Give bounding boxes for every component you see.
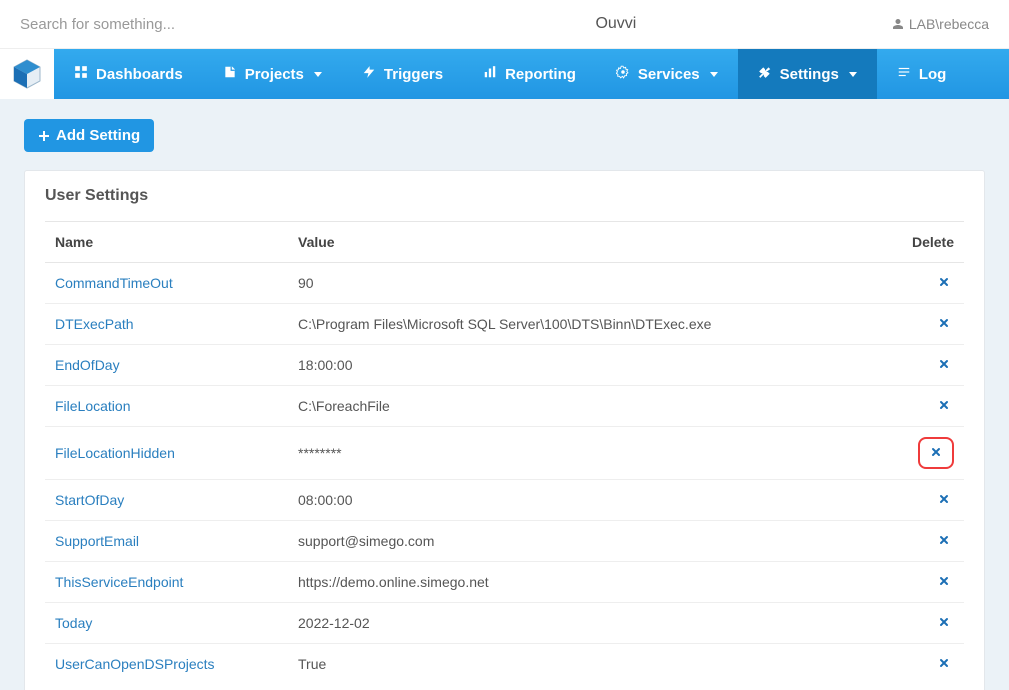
nav-item-label: Services bbox=[638, 66, 700, 83]
caret-down-icon bbox=[849, 72, 857, 77]
nav-item-label: Log bbox=[919, 66, 947, 83]
delete-button[interactable] bbox=[934, 314, 954, 334]
header-name: Name bbox=[45, 222, 288, 263]
setting-value: C:\Program Files\Microsoft SQL Server\10… bbox=[288, 304, 899, 345]
caret-down-icon bbox=[314, 72, 322, 77]
setting-name-link[interactable]: CommandTimeOut bbox=[55, 275, 173, 291]
main-nav: Dashboards Projects Triggers Reporting Servi… bbox=[0, 49, 1009, 99]
caret-down-icon bbox=[710, 72, 718, 77]
setting-value: 08:00:00 bbox=[288, 480, 899, 521]
nav-item-log[interactable]: Log bbox=[877, 49, 967, 99]
settings-table: Name Value Delete CommandTimeOut90DTExec… bbox=[45, 221, 964, 684]
setting-name-link[interactable]: Today bbox=[55, 615, 92, 631]
x-icon bbox=[938, 275, 950, 291]
setting-name-link[interactable]: DTExecPath bbox=[55, 316, 134, 332]
app-title: Ouvvi bbox=[340, 15, 892, 33]
top-bar: Ouvvi LAB\rebecca bbox=[0, 0, 1009, 49]
user-info[interactable]: LAB\rebecca bbox=[892, 16, 989, 32]
highlight-ring bbox=[918, 437, 954, 469]
settings-icon bbox=[758, 65, 772, 83]
setting-name-link[interactable]: ThisServiceEndpoint bbox=[55, 574, 183, 590]
x-icon bbox=[930, 445, 942, 461]
table-row: EndOfDay 18:00:00 bbox=[45, 345, 964, 386]
logo-icon bbox=[11, 58, 43, 90]
delete-button[interactable] bbox=[934, 490, 954, 510]
nav-item-label: Settings bbox=[780, 66, 839, 83]
table-row: CommandTimeOut 90 bbox=[45, 263, 964, 304]
delete-button[interactable] bbox=[934, 654, 954, 674]
table-row: Today 2022-12-02 bbox=[45, 603, 964, 644]
nav-item-label: Triggers bbox=[384, 66, 443, 83]
table-row: ThisServiceEndpoint https://demo.online.s… bbox=[45, 562, 964, 603]
delete-button[interactable] bbox=[934, 273, 954, 293]
table-row: FileLocation C:\ForeachFile bbox=[45, 386, 964, 427]
nav-item-label: Dashboards bbox=[96, 66, 183, 83]
table-row: SupportEmail support@simego.com bbox=[45, 521, 964, 562]
panel-title: User Settings bbox=[45, 187, 964, 205]
nav-item-reporting[interactable]: Reporting bbox=[463, 49, 596, 99]
setting-name-link[interactable]: StartOfDay bbox=[55, 492, 124, 508]
x-icon bbox=[938, 615, 950, 631]
setting-value: ******** bbox=[288, 427, 899, 480]
nav-item-triggers[interactable]: Triggers bbox=[342, 49, 463, 99]
setting-name-link[interactable]: FileLocation bbox=[55, 398, 131, 414]
setting-name-link[interactable]: EndOfDay bbox=[55, 357, 120, 373]
triggers-icon bbox=[362, 65, 376, 83]
plus-icon bbox=[38, 130, 50, 142]
header-delete: Delete bbox=[899, 222, 964, 263]
delete-button[interactable] bbox=[934, 572, 954, 592]
setting-name-link[interactable]: UserCanOpenDSProjects bbox=[55, 656, 215, 672]
setting-value: https://demo.online.simego.net bbox=[288, 562, 899, 603]
delete-button[interactable] bbox=[926, 443, 946, 463]
search-input[interactable] bbox=[20, 16, 340, 33]
delete-button[interactable] bbox=[934, 396, 954, 416]
nav-item-services[interactable]: Services bbox=[596, 49, 738, 99]
nav-item-label: Reporting bbox=[505, 66, 576, 83]
setting-value: True bbox=[288, 644, 899, 685]
x-icon bbox=[938, 533, 950, 549]
setting-value: 2022-12-02 bbox=[288, 603, 899, 644]
table-header-row: Name Value Delete bbox=[45, 222, 964, 263]
services-icon bbox=[616, 65, 630, 83]
delete-button[interactable] bbox=[934, 355, 954, 375]
log-icon bbox=[897, 65, 911, 83]
table-row: FileLocationHidden ******** bbox=[45, 427, 964, 480]
x-icon bbox=[938, 492, 950, 508]
add-setting-button[interactable]: Add Setting bbox=[24, 119, 154, 152]
x-icon bbox=[938, 574, 950, 590]
table-row: StartOfDay 08:00:00 bbox=[45, 480, 964, 521]
nav-item-label: Projects bbox=[245, 66, 304, 83]
nav-item-settings[interactable]: Settings bbox=[738, 49, 877, 99]
setting-value: support@simego.com bbox=[288, 521, 899, 562]
header-value: Value bbox=[288, 222, 899, 263]
nav-item-dashboards[interactable]: Dashboards bbox=[54, 49, 203, 99]
setting-value: C:\ForeachFile bbox=[288, 386, 899, 427]
x-icon bbox=[938, 656, 950, 672]
x-icon bbox=[938, 398, 950, 414]
page-body: Add Setting User Settings Name Value Del… bbox=[0, 99, 1009, 690]
setting-value: 18:00:00 bbox=[288, 345, 899, 386]
settings-panel: User Settings Name Value Delete CommandT… bbox=[24, 170, 985, 690]
user-label: LAB\rebecca bbox=[909, 16, 989, 32]
x-icon bbox=[938, 357, 950, 373]
delete-button[interactable] bbox=[934, 531, 954, 551]
setting-name-link[interactable]: FileLocationHidden bbox=[55, 445, 175, 461]
add-setting-label: Add Setting bbox=[56, 127, 140, 144]
setting-value: 90 bbox=[288, 263, 899, 304]
projects-icon bbox=[223, 65, 237, 83]
setting-name-link[interactable]: SupportEmail bbox=[55, 533, 139, 549]
search-wrapper bbox=[20, 16, 340, 33]
table-row: UserCanOpenDSProjects True bbox=[45, 644, 964, 685]
table-row: DTExecPath C:\Program Files\Microsoft SQL… bbox=[45, 304, 964, 345]
user-icon bbox=[892, 18, 904, 30]
reporting-icon bbox=[483, 65, 497, 83]
dashboards-icon bbox=[74, 65, 88, 83]
app-logo[interactable] bbox=[0, 49, 54, 99]
delete-button[interactable] bbox=[934, 613, 954, 633]
x-icon bbox=[938, 316, 950, 332]
nav-item-projects[interactable]: Projects bbox=[203, 49, 342, 99]
